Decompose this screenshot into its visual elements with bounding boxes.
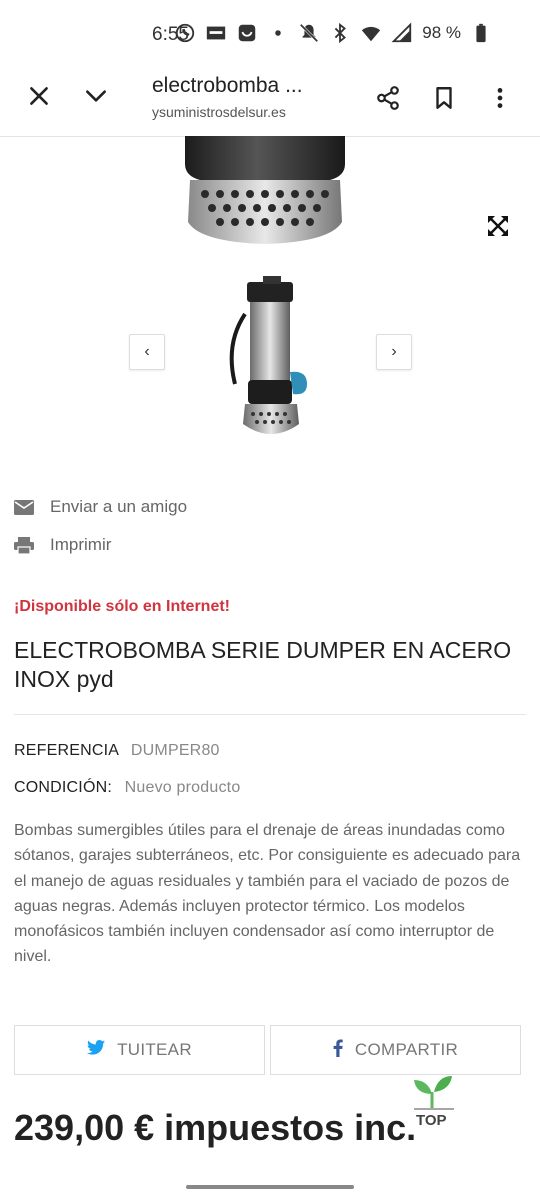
status-bar: 6:55 98 % <box>0 0 540 70</box>
send-to-friend-label: Enviar a un amigo <box>50 497 188 516</box>
condition-row: CONDICIÓN: Nuevo producto <box>14 779 240 797</box>
page-title: electrobomba ... <box>152 74 303 97</box>
wifi-icon <box>360 22 382 44</box>
app-icon <box>236 22 258 44</box>
leaf-icon <box>414 1076 454 1110</box>
tweet-button[interactable]: TUITEAR <box>14 1025 265 1075</box>
printer-icon <box>14 536 36 554</box>
battery-percent: 98 % <box>422 23 461 42</box>
pump-image <box>185 136 345 244</box>
chevron-left-icon: ‹ <box>144 343 150 360</box>
thumbnail-pump[interactable] <box>215 274 325 444</box>
prev-thumbnail-button[interactable]: ‹ <box>129 334 165 370</box>
facebook-share-label: COMPARTIR <box>354 1040 459 1059</box>
mute-icon <box>298 22 320 44</box>
send-to-friend-link[interactable]: Enviar a un amigo <box>14 497 187 517</box>
reference-row: REFERENCIA DUMPER80 <box>14 742 220 760</box>
minimize-button[interactable] <box>74 74 118 118</box>
more-vert-icon <box>497 88 503 108</box>
browser-toolbar: electrobomba ... ysuministrosdelsur.es <box>0 70 540 137</box>
battery-icon <box>470 22 492 44</box>
close-button[interactable] <box>17 74 61 118</box>
facebook-icon <box>333 1039 343 1062</box>
page-url: ysuministrosdelsur.es <box>152 104 286 120</box>
fullscreen-button[interactable] <box>486 214 510 238</box>
twitter-icon <box>87 1040 106 1060</box>
facebook-share-button[interactable]: COMPARTIR <box>270 1025 521 1075</box>
status-icons: 98 % <box>174 22 492 44</box>
product-main-image[interactable] <box>0 136 540 252</box>
divider <box>14 714 526 715</box>
thumbnail-carousel: ‹ › <box>0 262 540 452</box>
pump-thumbnail-image <box>229 276 307 434</box>
back-to-top-label: TOP <box>416 1112 447 1129</box>
reference-value: DUMPER80 <box>130 742 220 759</box>
condition-label: CONDICIÓN: <box>14 779 112 796</box>
bookmark-button[interactable] <box>422 76 466 120</box>
print-link[interactable]: Imprimir <box>14 535 111 555</box>
envelope-icon <box>14 498 36 516</box>
close-icon <box>30 87 48 105</box>
whatsapp-icon <box>174 22 196 44</box>
availability-notice: ¡Disponible sólo en Internet! <box>14 598 231 615</box>
share-icon <box>377 86 399 110</box>
chevron-down-icon <box>86 90 106 102</box>
share-button[interactable] <box>366 76 410 120</box>
print-label: Imprimir <box>50 535 112 554</box>
bluetooth-icon <box>329 22 351 44</box>
product-description: Bombas sumergibles útiles para el drenaj… <box>14 822 521 966</box>
bookmark-icon <box>436 87 452 109</box>
next-thumbnail-button[interactable]: › <box>376 334 412 370</box>
tweet-label: TUITEAR <box>117 1040 192 1059</box>
sport-icon <box>205 22 227 44</box>
chevron-right-icon: › <box>391 343 397 360</box>
back-to-top-button[interactable]: TOP <box>410 1074 458 1130</box>
home-indicator[interactable] <box>186 1185 354 1189</box>
condition-value: Nuevo producto <box>124 779 241 796</box>
signal-icon <box>391 22 413 44</box>
product-title: ELECTROBOMBA SERIE DUMPER EN ACERO INOX … <box>14 637 512 692</box>
product-price: 239,00 € impuestos inc. <box>14 1107 417 1148</box>
dot-icon <box>267 22 289 44</box>
more-options-button[interactable] <box>478 76 522 120</box>
reference-label: REFERENCIA <box>14 742 119 759</box>
expand-icon <box>488 216 508 236</box>
